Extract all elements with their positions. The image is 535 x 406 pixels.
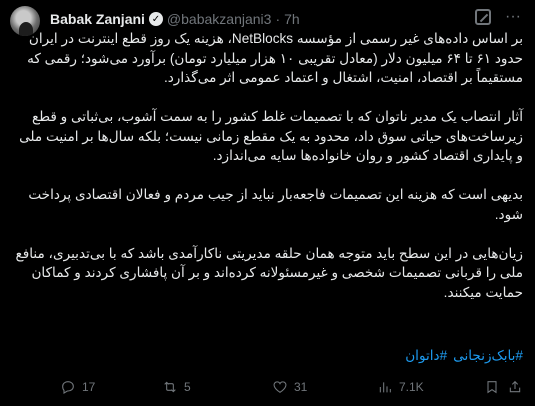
tweet-top-icons: ···: [475, 8, 521, 26]
hashtag-row: #بابک‌زنجانی #داتوان: [405, 348, 523, 364]
tweet-header: Babak Zanjani ✓ @babakzanjani3 · 7h: [50, 10, 300, 28]
views-icon: [379, 382, 391, 393]
views-count: 7.1K: [399, 380, 424, 394]
views-button[interactable]: 7.1K: [377, 379, 424, 395]
retweet-count: 5: [184, 380, 191, 394]
reply-button[interactable]: 17: [60, 379, 95, 395]
more-icon[interactable]: ···: [505, 8, 521, 26]
share-button[interactable]: [507, 379, 523, 395]
tweet-time[interactable]: 7h: [284, 11, 300, 27]
bookmark-icon: [487, 381, 497, 394]
retweet-button[interactable]: 5: [162, 379, 191, 395]
verified-badge-icon: ✓: [148, 12, 163, 26]
reply-count: 17: [82, 380, 96, 394]
tweet-actions: 17 5 31 7.1K: [60, 377, 523, 397]
author-handle[interactable]: @babakzanjani3: [167, 11, 272, 27]
tweet-text: بر اساس داده‌های غیر رسمی از مؤسسه NetBl…: [10, 29, 523, 322]
tweet-paragraph: بر اساس داده‌های غیر رسمی از مؤسسه NetBl…: [27, 31, 523, 85]
bookmark-button[interactable]: [484, 379, 500, 395]
tweet-paragraph: آثار انتصاب یک مدیر ناتوان که با تصمیمات…: [19, 109, 523, 163]
header-separator: ·: [275, 11, 281, 27]
author-name[interactable]: Babak Zanjani: [50, 11, 145, 27]
tweet-paragraph: بدیهی است که هزینه این تصمیمات فاجعه‌بار…: [28, 187, 523, 222]
grok-icon[interactable]: [475, 9, 492, 25]
like-button[interactable]: 31: [272, 379, 307, 395]
share-icon: [509, 380, 521, 393]
tweet[interactable]: Babak Zanjani ✓ @babakzanjani3 · 7h ··· …: [0, 0, 535, 406]
tweet-paragraph: زیان‌هایی در این سطح باید متوجه همان حلق…: [15, 245, 523, 300]
heart-icon: [273, 381, 287, 393]
hashtag-link[interactable]: #داتوان: [405, 348, 447, 364]
reply-icon: [62, 381, 74, 394]
retweet-icon: [164, 381, 176, 393]
like-count: 31: [294, 380, 308, 394]
hashtag-link[interactable]: #بابک‌زنجانی: [453, 348, 523, 364]
